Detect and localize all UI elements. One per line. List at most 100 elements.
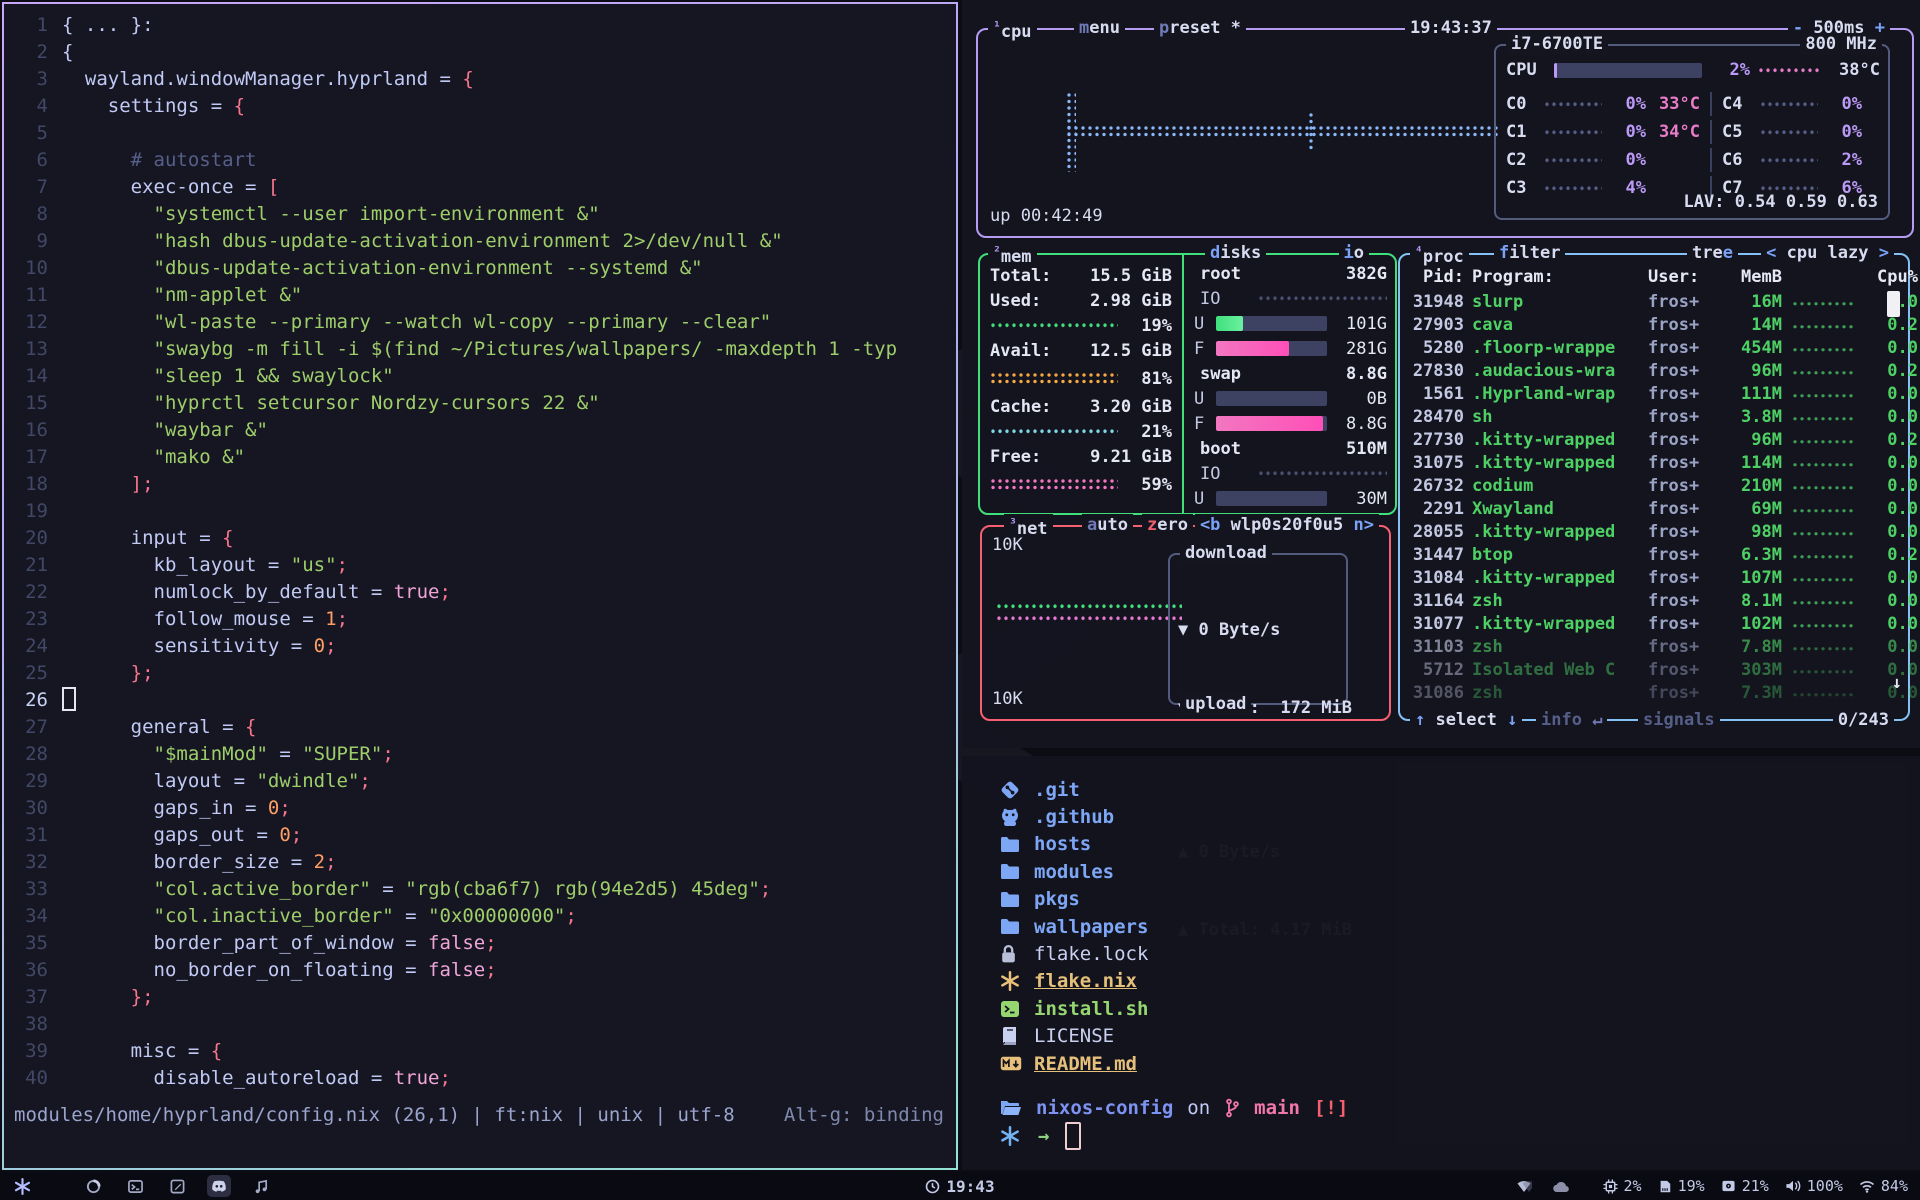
proc-sort-selector[interactable]: < cpu lazy >	[1761, 242, 1894, 264]
code-line[interactable]: 23 follow_mouse = 1;	[4, 606, 956, 633]
file-item[interactable]: flake.lock	[1000, 940, 1148, 967]
tray-cloud-icon[interactable]	[1552, 1180, 1571, 1193]
code-line[interactable]: 13 "swaybg -m fill -i $(find ~/Pictures/…	[4, 336, 956, 363]
code-line[interactable]: 36 no_border_on_floating = false;	[4, 957, 956, 984]
net-zero-button[interactable]: zero	[1142, 514, 1193, 536]
code-line[interactable]: 19	[4, 498, 956, 525]
taskbar-notes-icon[interactable]	[165, 1175, 189, 1197]
code-line[interactable]: 39 misc = {	[4, 1038, 956, 1065]
code-line[interactable]: 1{ ... }:	[4, 12, 956, 39]
nixos-menu-icon[interactable]	[14, 1178, 31, 1195]
volume-module[interactable]: 100%	[1785, 1177, 1843, 1195]
code-line[interactable]: 17 "mako &"	[4, 444, 956, 471]
process-row[interactable]: 31447btopfros+6.3M0.2	[1406, 543, 1902, 566]
editor-window[interactable]: 1{ ... }:2{3 wayland.windowManager.hyprl…	[2, 2, 958, 1170]
wifi-module[interactable]: 84%	[1859, 1177, 1908, 1195]
code-line[interactable]: 33 "col.active_border" = "rgb(cba6f7) rg…	[4, 876, 956, 903]
code-line[interactable]: 34 "col.inactive_border" = "0x00000000";	[4, 903, 956, 930]
tab-mem[interactable]: ²mem	[988, 242, 1037, 264]
preset-button[interactable]: preset *	[1154, 17, 1246, 39]
code-line[interactable]: 29 layout = "dwindle";	[4, 768, 956, 795]
code-line[interactable]: 8 "systemctl --user import-environment &…	[4, 201, 956, 228]
file-item[interactable]: flake.nix	[1000, 968, 1148, 995]
code-line[interactable]: 18 ];	[4, 471, 956, 498]
process-row[interactable]: 31086zshfros+7.3M0.0	[1406, 681, 1902, 704]
proc-header-user[interactable]: User:	[1648, 267, 1718, 287]
file-item[interactable]: README.md	[1000, 1050, 1148, 1077]
process-row[interactable]: 27830.audacious-wrafros+96M0.2	[1406, 359, 1902, 382]
terminal-cursor[interactable]	[1065, 1122, 1081, 1150]
code-line[interactable]: 6 # autostart	[4, 147, 956, 174]
file-item[interactable]: install.sh	[1000, 995, 1148, 1022]
code-line[interactable]: 4 settings = {	[4, 93, 956, 120]
process-row[interactable]: 26732codiumfros+210M0.0	[1406, 474, 1902, 497]
code-line[interactable]: 26	[4, 687, 956, 714]
taskbar-music-icon[interactable]	[249, 1175, 273, 1197]
taskbar-terminal-icon[interactable]	[123, 1175, 147, 1197]
code-line[interactable]: 25 };	[4, 660, 956, 687]
code-line[interactable]: 37 };	[4, 984, 956, 1011]
file-item[interactable]: .github	[1000, 803, 1148, 830]
process-row[interactable]: 31948slurpfros+16M0.0	[1406, 290, 1902, 313]
code-line[interactable]: 24 sensitivity = 0;	[4, 633, 956, 660]
code-line[interactable]: 20 input = {	[4, 525, 956, 552]
net-interface-switcher[interactable]: <b wlp0s20f0u5 n>	[1195, 514, 1379, 536]
disk-module[interactable]: 21%	[1721, 1177, 1769, 1195]
memory-module[interactable]: 19%	[1658, 1177, 1705, 1195]
process-row[interactable]: 31084.kitty-wrappedfros+107M0.0	[1406, 566, 1902, 589]
proc-info-button[interactable]: info ↵	[1536, 709, 1607, 731]
process-row[interactable]: 5712Isolated Web Cfros+303M0.0	[1406, 658, 1902, 681]
taskbar-browser-icon[interactable]	[81, 1175, 105, 1197]
menu-button[interactable]: menu	[1074, 17, 1125, 39]
code-line[interactable]: 10 "dbus-update-activation-environment -…	[4, 255, 956, 282]
proc-header-program[interactable]: Program:	[1472, 267, 1648, 287]
process-row[interactable]: 31103zshfros+7.8M0.0	[1406, 635, 1902, 658]
code-line[interactable]: 21 kb_layout = "us";	[4, 552, 956, 579]
process-list[interactable]: 31948slurpfros+16M0.027903cavafros+14M0.…	[1406, 290, 1902, 704]
proc-select-control[interactable]: ↑ select ↓	[1410, 709, 1522, 731]
file-item[interactable]: modules	[1000, 858, 1148, 885]
clock-label[interactable]: 19:43	[946, 1177, 994, 1196]
tab-cpu[interactable]: ¹cpu	[988, 17, 1037, 39]
code-line[interactable]: 22 numlock_by_default = true;	[4, 579, 956, 606]
proc-scroll-down-arrow[interactable]: ↓	[1892, 673, 1902, 693]
code-line[interactable]: 7 exec-once = [	[4, 174, 956, 201]
cpu-usage-module[interactable]: 2%	[1603, 1177, 1642, 1195]
code-line[interactable]: 38	[4, 1011, 956, 1038]
process-row[interactable]: 27730.kitty-wrappedfros+96M0.2	[1406, 428, 1902, 451]
code-line[interactable]: 31 gaps_out = 0;	[4, 822, 956, 849]
tray-network-icon[interactable]	[1516, 1179, 1532, 1193]
code-line[interactable]: 40 disable_autoreload = true;	[4, 1065, 956, 1092]
process-row[interactable]: 2291Xwaylandfros+69M0.0	[1406, 497, 1902, 520]
proc-scrollbar[interactable]	[1887, 291, 1900, 317]
tab-net[interactable]: ³net	[1004, 514, 1053, 536]
file-item[interactable]: hosts	[1000, 831, 1148, 858]
code-line[interactable]: 14 "sleep 1 && swaylock"	[4, 363, 956, 390]
proc-header-cpu[interactable]: Cpu%	[1866, 267, 1918, 287]
code-line[interactable]: 35 border_part_of_window = false;	[4, 930, 956, 957]
tab-proc[interactable]: ⁴proc	[1410, 242, 1469, 264]
btop-window[interactable]: ¹cpu menu preset * 19:43:37 - 500ms + up…	[962, 0, 1920, 748]
code-line[interactable]: 9 "hash dbus-update-activation-environme…	[4, 228, 956, 255]
process-row[interactable]: 31164zshfros+8.1M0.0	[1406, 589, 1902, 612]
file-item[interactable]: .git	[1000, 776, 1148, 803]
code-line[interactable]: 27 general = {	[4, 714, 956, 741]
process-row[interactable]: 1561.Hyprland-wrapfros+111M0.0	[1406, 382, 1902, 405]
net-auto-button[interactable]: auto	[1082, 514, 1133, 536]
file-item[interactable]: LICENSE	[1000, 1023, 1148, 1050]
code-line[interactable]: 2{	[4, 39, 956, 66]
code-line[interactable]: 5	[4, 120, 956, 147]
process-row[interactable]: 5280.floorp-wrappefros+454M0.0	[1406, 336, 1902, 359]
prompt-input-line[interactable]: →	[1000, 1122, 1081, 1149]
proc-signals-button[interactable]: signals	[1638, 709, 1720, 731]
proc-tree-toggle[interactable]: tree	[1687, 242, 1738, 264]
code-line[interactable]: 3 wayland.windowManager.hyprland = {	[4, 66, 956, 93]
file-item[interactable]: wallpapers	[1000, 913, 1148, 940]
code-line[interactable]: 28 "$mainMod" = "SUPER";	[4, 741, 956, 768]
terminal-window[interactable]: .git.githubhostsmodulespkgswallpapersfla…	[962, 756, 1920, 1170]
proc-header-pid[interactable]: Pid:	[1406, 267, 1472, 287]
code-line[interactable]: 30 gaps_in = 0;	[4, 795, 956, 822]
code-area[interactable]: 1{ ... }:2{3 wayland.windowManager.hyprl…	[4, 12, 956, 1104]
taskbar-discord-icon[interactable]	[207, 1175, 231, 1197]
code-line[interactable]: 12 "wl-paste --primary --watch wl-copy -…	[4, 309, 956, 336]
